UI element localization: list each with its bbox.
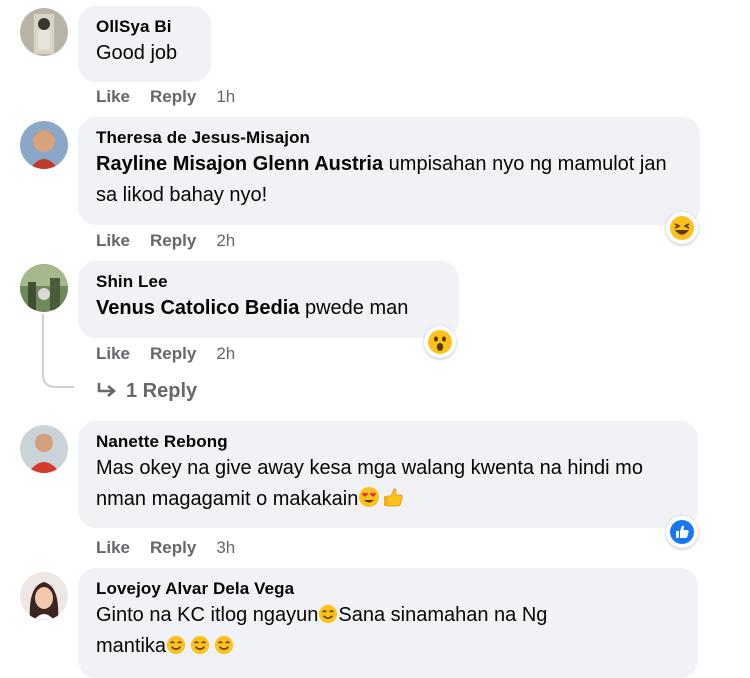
- avatar[interactable]: [20, 425, 68, 473]
- avatar[interactable]: [20, 8, 68, 56]
- comment-bubble: Shin Lee Venus Catolico Bedia pwede man: [78, 261, 459, 338]
- mention-link[interactable]: Rayline Misajon Glenn Austria: [96, 153, 383, 175]
- reply-button[interactable]: Reply: [150, 344, 196, 363]
- smiling-emoji-icon: [166, 635, 186, 655]
- comment-author[interactable]: Nanette Rebong: [96, 431, 680, 453]
- avatar[interactable]: [20, 572, 68, 620]
- comment-actions: Like Reply 2h: [96, 231, 255, 251]
- reply-arrow-icon: [97, 383, 117, 397]
- wow-emoji-icon[interactable]: [424, 326, 456, 358]
- like-button[interactable]: Like: [96, 87, 130, 106]
- comment-author[interactable]: Shin Lee: [96, 271, 441, 293]
- reply-button[interactable]: Reply: [150, 231, 196, 250]
- comment-author[interactable]: OllSya Bi: [96, 16, 193, 38]
- comment-body: Ginto na KC itlog ngayun: [96, 604, 319, 626]
- like-button[interactable]: Like: [96, 231, 130, 250]
- reply-button[interactable]: Reply: [150, 538, 196, 557]
- comment-timestamp[interactable]: 1h: [216, 87, 235, 106]
- mention-link[interactable]: Venus Catolico Bedia: [96, 297, 299, 319]
- comment-body: pwede man: [299, 297, 409, 319]
- smiling-emoji-icon: [190, 635, 210, 655]
- comment-bubble: Theresa de Jesus-Misajon Rayline Misajon…: [78, 117, 700, 225]
- comment-author[interactable]: Lovejoy Alvar Dela Vega: [96, 578, 680, 600]
- comment-text: Good job: [96, 42, 178, 64]
- like-button[interactable]: Like: [96, 344, 130, 363]
- thread-connector: [42, 314, 74, 388]
- heart-eyes-emoji-icon: [359, 487, 380, 507]
- avatar[interactable]: [20, 121, 68, 169]
- comment-bubble: OllSya Bi Good job: [78, 6, 211, 82]
- like-button[interactable]: Like: [96, 538, 130, 557]
- comment-timestamp[interactable]: 2h: [216, 231, 235, 250]
- comment-actions: Like Reply 1h: [96, 87, 255, 107]
- thumbs-up-emoji-icon: [384, 488, 404, 507]
- reply-button[interactable]: Reply: [150, 87, 196, 106]
- smiling-emoji-icon: [319, 604, 338, 624]
- comment-text: Mas okey na give away kesa mga walang kw…: [96, 453, 686, 515]
- avatar[interactable]: [20, 264, 68, 312]
- comment-timestamp[interactable]: 3h: [216, 538, 235, 557]
- comment-timestamp[interactable]: 2h: [216, 344, 235, 363]
- view-replies-link[interactable]: 1 Reply: [96, 380, 197, 403]
- comment-text: Venus Catolico Bedia pwede man: [96, 293, 441, 324]
- comment-body-line2: mantika: [96, 635, 167, 657]
- like-reaction-icon[interactable]: [666, 516, 698, 548]
- replies-count[interactable]: 1 Reply: [126, 380, 197, 402]
- comment-bubble: Nanette Rebong Mas okey na give away kes…: [78, 421, 698, 528]
- laughing-emoji-icon[interactable]: [666, 212, 698, 244]
- comment-actions: Like Reply 2h: [96, 344, 255, 364]
- comment-text: Rayline Misajon Glenn Austria umpisahan …: [96, 149, 682, 211]
- comment-author[interactable]: Theresa de Jesus-Misajon: [96, 127, 682, 149]
- comment-bubble: Lovejoy Alvar Dela Vega Ginto na KC itlo…: [78, 568, 698, 678]
- comment-body-continued: Sana sinamahan na Ng: [338, 604, 548, 626]
- comment-actions: Like Reply 3h: [96, 538, 255, 558]
- smiling-emoji-icon: [214, 635, 234, 655]
- comment-text: Ginto na KC itlog ngayun Sana sinamahan …: [96, 600, 680, 662]
